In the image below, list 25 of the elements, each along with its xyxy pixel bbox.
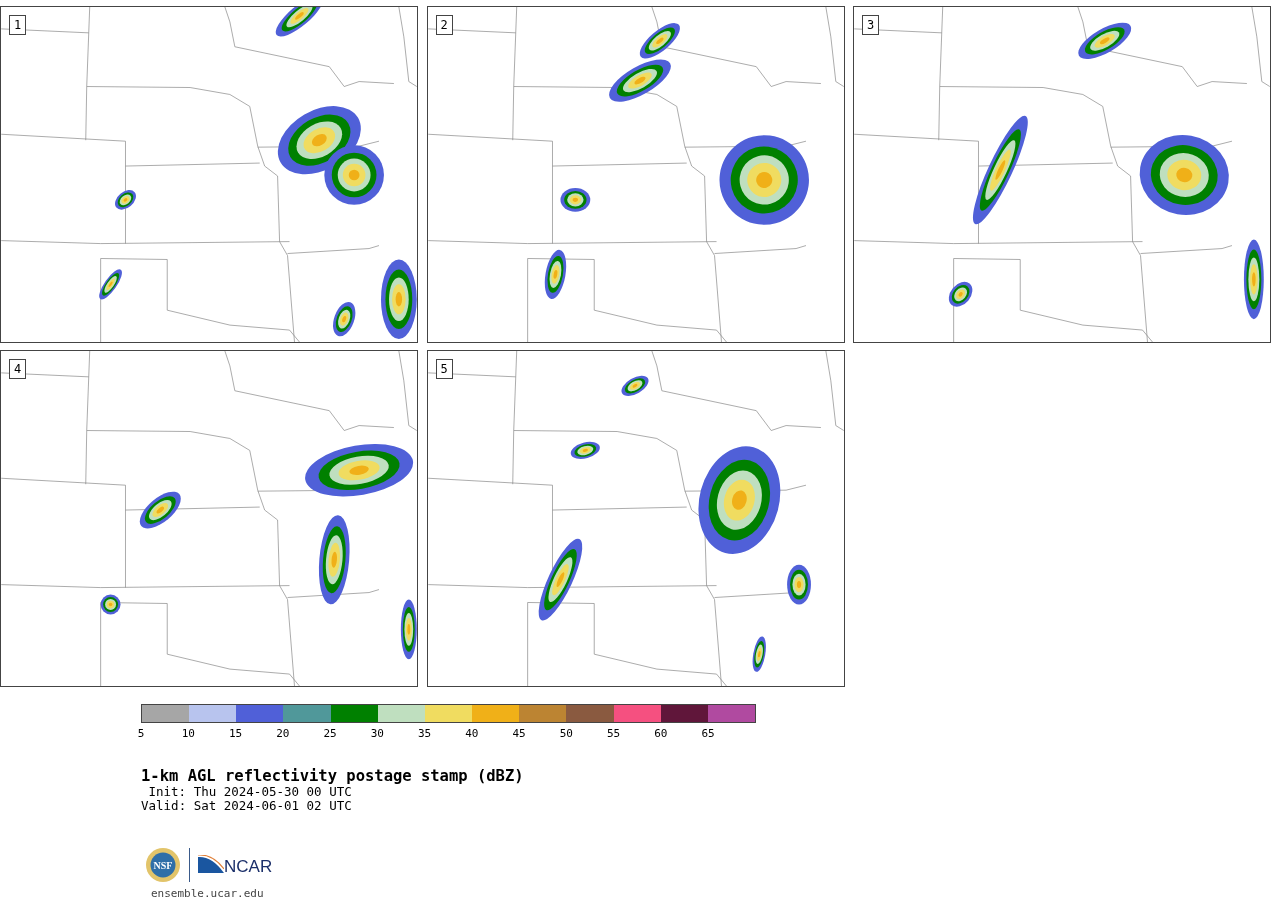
tick-label: 60 [654,727,668,741]
tick-label: 30 [370,727,384,741]
swoosh-icon [198,855,224,875]
tick-label: 10 [181,727,195,741]
init-time: Init: Thu 2024-05-30 00 UTC [147,785,353,799]
ncar-logo: NCAR [198,855,273,875]
tick-label: 35 [417,727,432,741]
tick-label: 15 [228,727,243,741]
tick-label: 5 [137,727,145,741]
panel-number: 5 [435,359,453,379]
panel-number: 2 [435,15,453,35]
panel-number: 3 [862,15,880,35]
nsf-logo: NSF [145,847,181,883]
tick-label: 40 [465,727,479,741]
tick-label: 20 [276,727,290,741]
tick-label: 55 [606,727,621,741]
panel-number: 1 [9,15,27,35]
website-url: ensemble.ucar.edu [151,887,265,900]
chart-title: 1-km AGL reflectivity postage stamp (dBZ) [141,768,525,785]
valid-time: Valid: Sat 2024-06-01 02 UTC [141,799,353,813]
panel-number: 4 [9,359,27,379]
tick-label: 65 [701,727,715,741]
tick-label: 25 [323,727,337,741]
tick-label: 45 [512,727,526,741]
tick-label: 50 [559,727,573,741]
